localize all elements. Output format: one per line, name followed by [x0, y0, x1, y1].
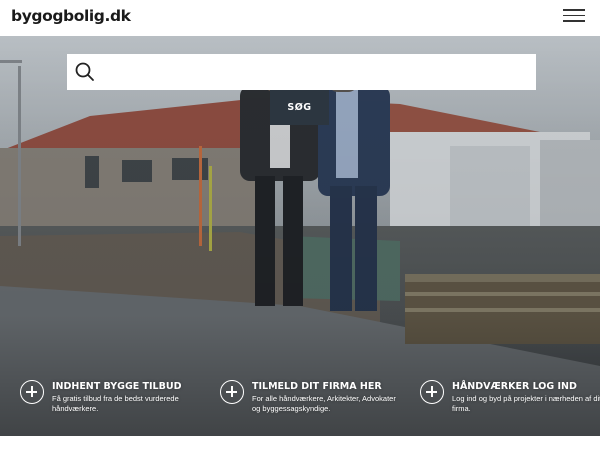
plus-circle-icon — [420, 380, 444, 404]
feature-description: Få gratis tilbud fra de bedst vurderede … — [52, 394, 179, 413]
search-input[interactable] — [104, 56, 532, 88]
page-bottom-strip — [0, 436, 600, 450]
site-header: bygogbolig.dk — [0, 0, 600, 36]
plus-circle-icon — [20, 380, 44, 404]
feature-description: For alle håndværkere, Arkitekter, Advoka… — [252, 394, 396, 413]
feature-description: Log ind og byd på projekter i nærheden a… — [452, 394, 600, 413]
feature-title: TILMELD DIT FIRMA HER — [252, 381, 382, 392]
hamburger-menu-icon[interactable] — [563, 9, 585, 25]
search-icon[interactable] — [74, 61, 96, 83]
plus-circle-icon — [220, 380, 244, 404]
search-button[interactable]: SØG — [270, 90, 329, 125]
feature-get-offers[interactable]: INDHENT BYGGE TILBUD Få gratis tilbud fr… — [20, 380, 200, 420]
feature-title: INDHENT BYGGE TILBUD — [52, 381, 182, 392]
site-logo[interactable]: bygogbolig.dk — [11, 7, 131, 25]
feature-register-company[interactable]: TILMELD DIT FIRMA HER For alle håndværke… — [220, 380, 405, 420]
feature-craftsman-login[interactable]: HÅNDVÆRKER LOG IND Log ind og byd på pro… — [420, 380, 600, 420]
feature-title: HÅNDVÆRKER LOG IND — [452, 381, 577, 392]
